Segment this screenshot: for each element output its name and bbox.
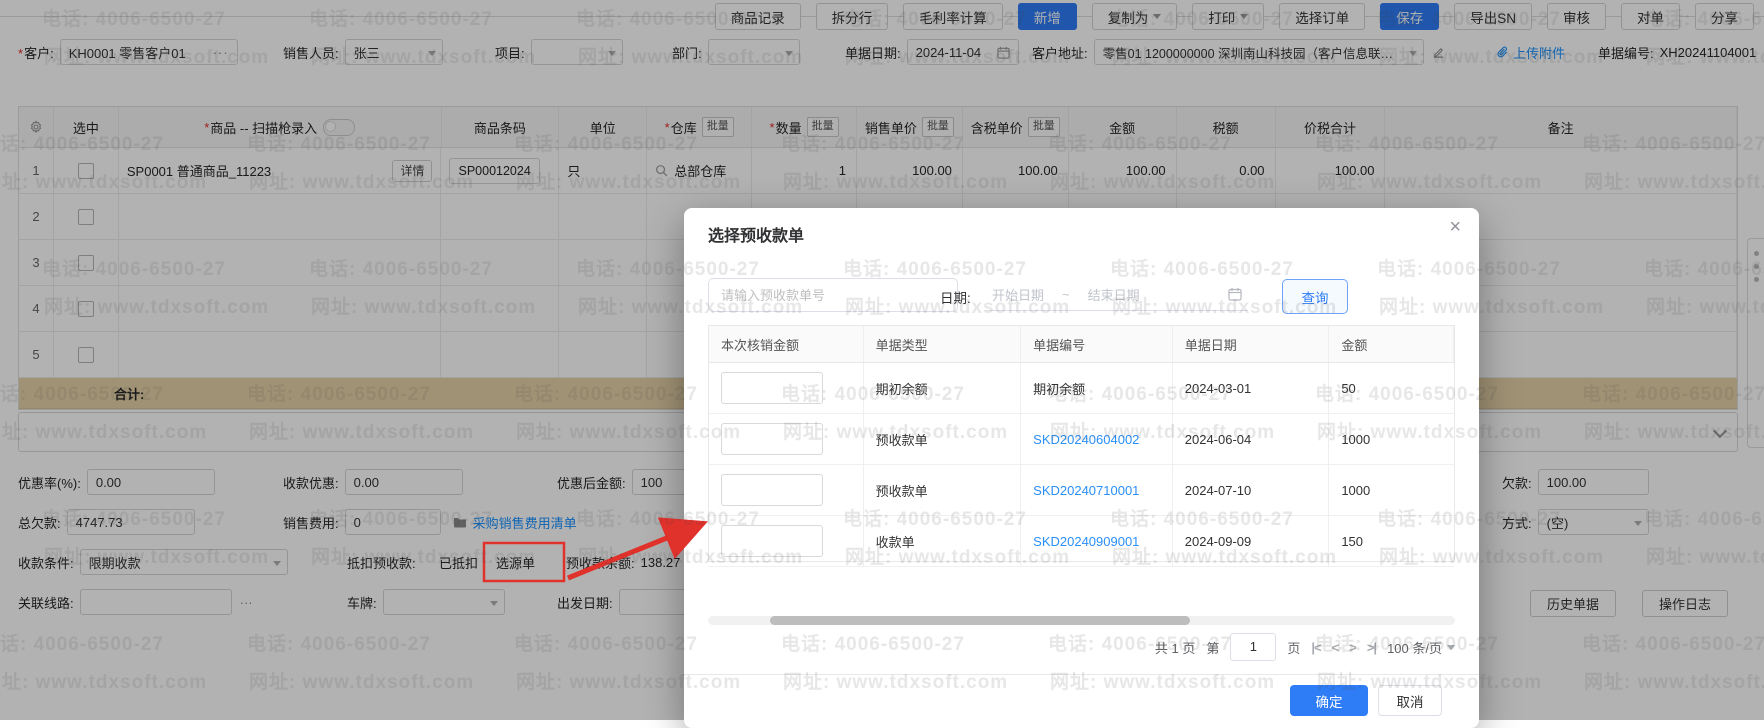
cell-bill-type: 预收款单 bbox=[864, 414, 1022, 464]
writeoff-amount-input[interactable] bbox=[721, 372, 823, 404]
prepay-row[interactable]: 预收款单 SKD20240604002 2024-06-041000 bbox=[709, 414, 1454, 465]
date-range-picker[interactable]: 开始日期 ~ 结束日期 bbox=[986, 278, 1248, 311]
cell-bill-no: 期初余额 bbox=[1021, 363, 1173, 413]
page-number-input[interactable]: 1 bbox=[1230, 633, 1276, 661]
cell-bill-type: 收款单 bbox=[864, 516, 1022, 566]
caret-down-icon bbox=[1447, 645, 1455, 650]
sales-order-page: { "toolbar": { "buttons": [ {"label": "商… bbox=[0, 0, 1764, 720]
page-total-text: 共 1 页 bbox=[1155, 638, 1195, 657]
modal-title: 选择预收款单 bbox=[708, 222, 804, 246]
modal-footer-divider bbox=[684, 674, 1479, 675]
prev-page-icon[interactable]: < bbox=[1332, 640, 1339, 655]
page-size-select[interactable]: 100 条/页 bbox=[1387, 638, 1442, 657]
cancel-button[interactable]: 取消 bbox=[1378, 685, 1442, 716]
cell-amount: 1000 bbox=[1329, 414, 1454, 464]
bill-no-link[interactable]: SKD20240909001 bbox=[1033, 534, 1139, 549]
prepay-col-header: 单据编号 bbox=[1021, 326, 1173, 362]
bill-no-link[interactable]: SKD20240710001 bbox=[1033, 483, 1139, 498]
first-page-icon[interactable]: |< bbox=[1311, 640, 1320, 655]
prepay-table-body: 期初余额期初余额 2024-03-0150 预收款单 SKD20240604002 20… bbox=[709, 363, 1454, 567]
writeoff-amount-input[interactable] bbox=[721, 423, 823, 455]
select-prepay-modal: 选择预收款单 × 日期: 开始日期 ~ 结束日期 查询 本次核销金额单据类型单据… bbox=[684, 208, 1479, 728]
prepay-row[interactable]: 收款单 SKD20240909001 2024-09-09150 bbox=[709, 516, 1454, 567]
query-button[interactable]: 查询 bbox=[1282, 279, 1348, 314]
bill-no-link[interactable]: SKD20240604002 bbox=[1033, 432, 1139, 447]
cell-bill-type: 期初余额 bbox=[864, 363, 1022, 413]
page-suffix: 页 bbox=[1287, 638, 1300, 657]
close-icon[interactable]: × bbox=[1449, 216, 1461, 239]
date-start-placeholder: 开始日期 bbox=[992, 285, 1044, 304]
cell-bill-no: SKD20240909001 bbox=[1021, 516, 1173, 566]
prepay-col-header: 单据日期 bbox=[1173, 326, 1330, 362]
prepay-table: 本次核销金额单据类型单据编号单据日期金额 期初余额期初余额 2024-03-015… bbox=[708, 325, 1455, 562]
cell-bill-date: 2024-09-09 bbox=[1173, 516, 1330, 566]
prepay-col-header: 单据类型 bbox=[864, 326, 1022, 362]
horizontal-scrollbar[interactable] bbox=[708, 616, 1455, 625]
prepay-col-header: 本次核销金额 bbox=[709, 326, 864, 362]
pagination: 共 1 页 第 1 页 |< < > >| 100 条/页 bbox=[1155, 632, 1455, 662]
calendar-icon bbox=[1228, 287, 1242, 301]
cell-amount: 50 bbox=[1329, 363, 1454, 413]
cell-amount: 150 bbox=[1329, 516, 1454, 566]
page-prefix: 第 bbox=[1206, 638, 1219, 657]
prepay-row[interactable]: 期初余额期初余额 2024-03-0150 bbox=[709, 363, 1454, 414]
writeoff-amount-input[interactable] bbox=[721, 525, 823, 557]
cell-bill-no: SKD20240710001 bbox=[1021, 465, 1173, 515]
writeoff-amount-input[interactable] bbox=[721, 474, 823, 506]
next-page-icon[interactable]: > bbox=[1349, 640, 1356, 655]
cell-amount: 1000 bbox=[1329, 465, 1454, 515]
cell-writeoff-amount bbox=[709, 414, 864, 464]
prepay-table-header: 本次核销金额单据类型单据编号单据日期金额 bbox=[709, 326, 1454, 363]
prepay-col-header: 金额 bbox=[1329, 326, 1454, 362]
cell-bill-date: 2024-07-10 bbox=[1173, 465, 1330, 515]
cell-bill-date: 2024-03-01 bbox=[1173, 363, 1330, 413]
bill-no-text: 期初余额 bbox=[1033, 379, 1085, 398]
confirm-button[interactable]: 确定 bbox=[1290, 685, 1368, 716]
cell-bill-type: 预收款单 bbox=[864, 465, 1022, 515]
date-range-label: 日期: bbox=[940, 287, 971, 307]
prepay-no-search-input[interactable] bbox=[708, 278, 958, 312]
prepay-row[interactable]: 预收款单 SKD20240710001 2024-07-101000 bbox=[709, 465, 1454, 516]
date-separator: ~ bbox=[1062, 287, 1070, 302]
cell-bill-no: SKD20240604002 bbox=[1021, 414, 1173, 464]
cell-writeoff-amount bbox=[709, 516, 864, 566]
cell-writeoff-amount bbox=[709, 363, 864, 413]
cell-bill-date: 2024-06-04 bbox=[1173, 414, 1330, 464]
scrollbar-thumb[interactable] bbox=[770, 616, 1190, 625]
last-page-icon[interactable]: >| bbox=[1367, 640, 1376, 655]
cell-writeoff-amount bbox=[709, 465, 864, 515]
page-size-value: 100 条/页 bbox=[1387, 641, 1442, 656]
date-end-placeholder: 结束日期 bbox=[1088, 285, 1140, 304]
